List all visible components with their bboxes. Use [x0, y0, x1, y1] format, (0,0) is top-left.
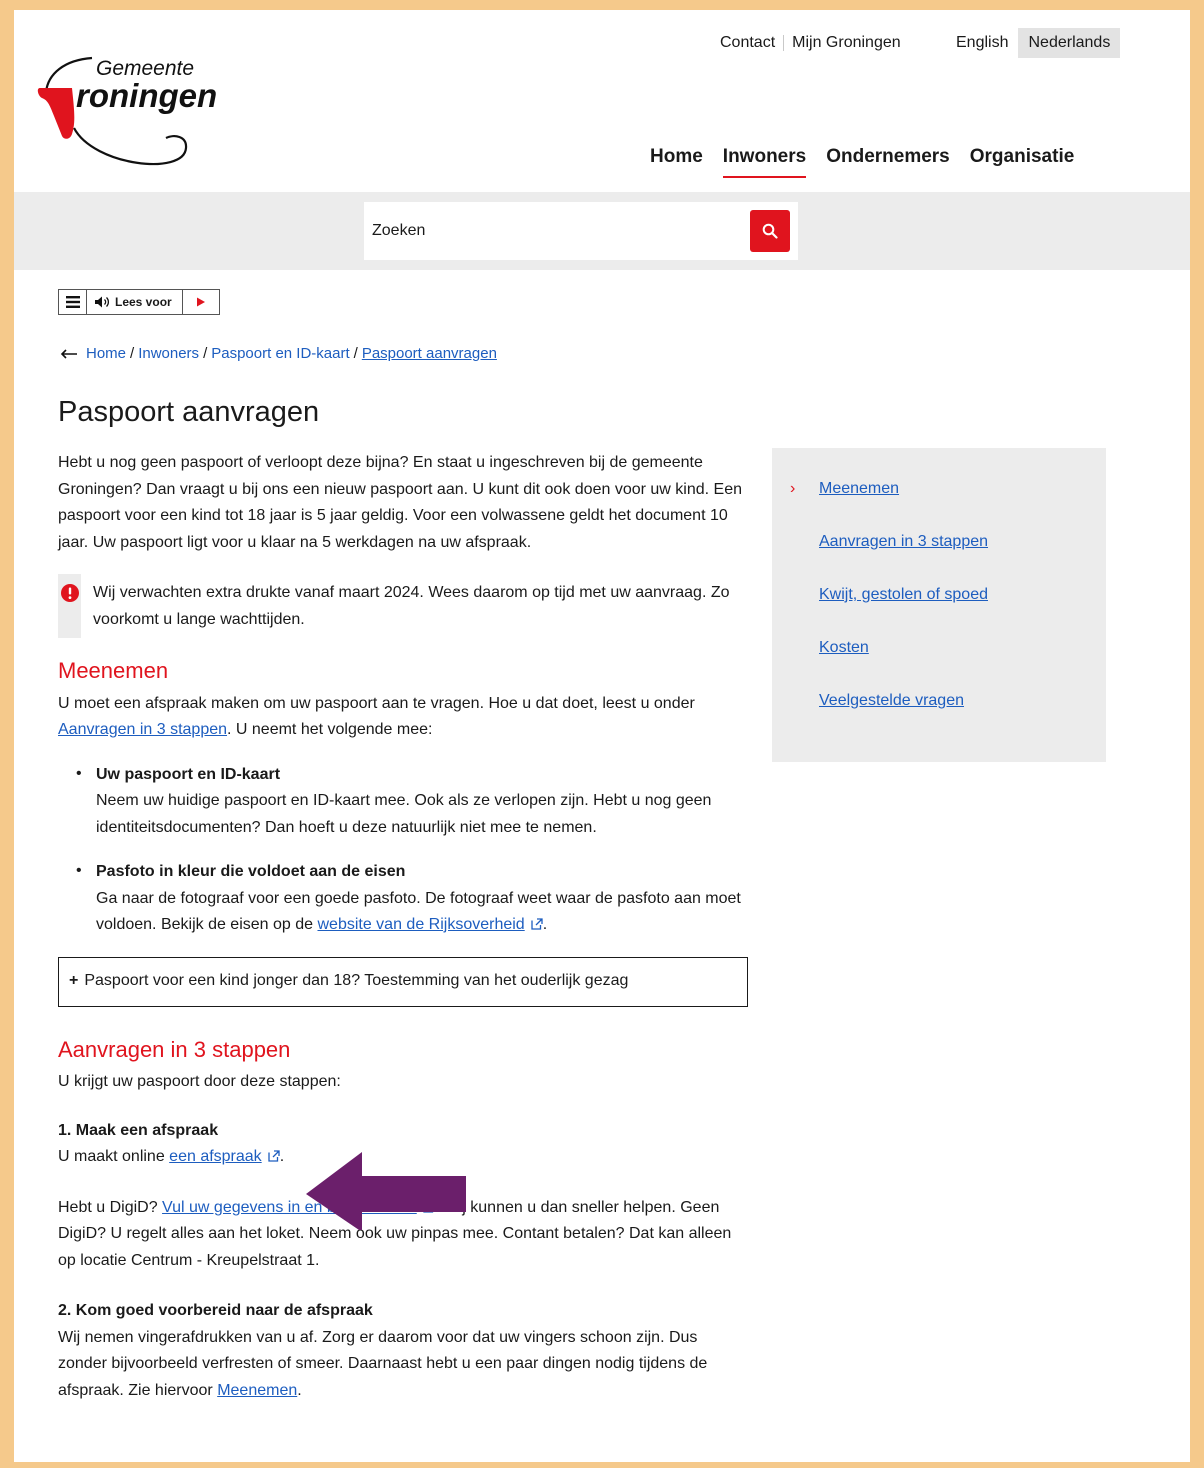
- plus-icon: +: [69, 972, 79, 990]
- language-switch: English Nederlands: [946, 28, 1121, 58]
- nav-inwoners[interactable]: Inwoners: [722, 146, 807, 178]
- sidebar-item-kosten: Kosten: [772, 639, 1106, 692]
- speaker-icon: [95, 296, 110, 308]
- gemeente-groningen-logo[interactable]: Gemeente roningen: [34, 44, 274, 174]
- sidebar-item-meenemen: › Meenemen: [772, 480, 1106, 533]
- nav-organisatie[interactable]: Organisatie: [970, 146, 1075, 178]
- search-icon: [762, 223, 778, 239]
- main-content: Hebt u nog geen paspoort of verloopt dez…: [58, 450, 748, 1422]
- back-arrow-icon[interactable]: [60, 348, 78, 359]
- readspeaker-toolbar: Lees voor: [58, 289, 220, 315]
- breadcrumb: Home / Inwoners / Paspoort en ID-kaart / Pa…: [60, 345, 497, 362]
- contact-link[interactable]: Contact: [720, 34, 775, 52]
- breadcrumb-paspoort-id[interactable]: Paspoort en ID-kaart: [211, 345, 349, 362]
- stappen-intro: U krijgt uw paspoort door deze stappen:: [58, 1073, 341, 1090]
- readspeaker-menu-button[interactable]: [59, 290, 87, 314]
- meenemen-intro: U moet een afspraak maken om uw paspoort…: [58, 694, 695, 739]
- external-link-icon: [531, 918, 543, 930]
- search-input[interactable]: [364, 202, 744, 260]
- language-nederlands[interactable]: Nederlands: [1018, 28, 1121, 58]
- breadcrumb-current[interactable]: Paspoort aanvragen: [362, 345, 497, 362]
- breadcrumb-separator: /: [203, 345, 208, 362]
- afspraak-link[interactable]: een afspraak: [169, 1148, 262, 1165]
- sidebar-item-kwijt: Kwijt, gestolen of spoed: [772, 586, 1106, 639]
- meenemen-list: Uw paspoort en ID-kaart Neem uw huidige …: [58, 761, 748, 939]
- divider: [783, 35, 785, 51]
- nav-ondernemers[interactable]: Ondernemers: [826, 146, 950, 178]
- readspeaker-label: Lees voor: [115, 295, 172, 309]
- nav-home[interactable]: Home: [650, 146, 703, 178]
- svg-text:roningen: roningen: [76, 77, 217, 114]
- external-link-icon: [268, 1150, 280, 1162]
- chevron-right-icon: ›: [790, 480, 796, 497]
- section-heading-aanvragen: Aanvragen in 3 stappen: [58, 1036, 291, 1062]
- breadcrumb-separator: /: [130, 345, 135, 362]
- utility-links: Contact Mijn Groningen: [720, 34, 901, 52]
- search-box: [364, 202, 798, 260]
- list-item: Pasfoto in kleur die voldoet aan de eise…: [76, 858, 748, 939]
- notice-bar: [58, 574, 82, 638]
- breadcrumb-separator: /: [353, 345, 358, 362]
- sidebar-item-aanvragen: Aanvragen in 3 stappen: [772, 533, 1106, 586]
- sidebar-link[interactable]: Kosten: [819, 639, 869, 656]
- breadcrumb-home[interactable]: Home: [86, 345, 126, 362]
- notice-text: Wij verwachten extra drukte vanaf maart …: [93, 584, 730, 628]
- sidebar-link[interactable]: Meenemen: [819, 480, 899, 497]
- list-item-title: Pasfoto in kleur die voldoet aan de eise…: [96, 863, 406, 880]
- search-button[interactable]: [750, 210, 790, 252]
- sidebar-item-vragen: Veelgestelde vragen: [772, 692, 1106, 745]
- page-frame: Gemeente roningen Contact Mijn Groningen…: [14, 10, 1190, 1462]
- section-heading-meenemen: Meenemen: [58, 658, 169, 683]
- rijksoverheid-link[interactable]: website van de Rijksoverheid: [317, 916, 524, 933]
- step-2-title: 2. Kom goed voorbereid naar de afspraak: [58, 1302, 373, 1319]
- mijn-groningen-link[interactable]: Mijn Groningen: [792, 34, 901, 52]
- search-bar: [14, 192, 1190, 270]
- main-navigation: Home Inwoners Ondernemers Organisatie: [640, 146, 1084, 178]
- notice-box: Wij verwachten extra drukte vanaf maart …: [58, 574, 748, 638]
- list-item: Uw paspoort en ID-kaart Neem uw huidige …: [76, 761, 748, 842]
- list-item-title: Uw paspoort en ID-kaart: [96, 765, 281, 783]
- annotation-arrow-icon: [306, 1152, 466, 1230]
- sidebar-link[interactable]: Veelgestelde vragen: [819, 692, 964, 709]
- sidebar-link[interactable]: Kwijt, gestolen of spoed: [819, 586, 988, 603]
- site-header: Gemeente roningen Contact Mijn Groningen…: [14, 10, 1190, 192]
- page-title: Paspoort aanvragen: [58, 396, 320, 428]
- accordion-label: Paspoort voor een kind jonger dan 18? To…: [84, 972, 629, 990]
- sidebar-link[interactable]: Aanvragen in 3 stappen: [819, 533, 988, 550]
- readspeaker-play-button[interactable]: [183, 290, 219, 314]
- step-1-title: 1. Maak een afspraak: [58, 1121, 219, 1139]
- meenemen-link[interactable]: Meenemen: [217, 1382, 297, 1399]
- menu-icon: [65, 296, 80, 308]
- info-alert-icon: [60, 584, 79, 602]
- breadcrumb-inwoners[interactable]: Inwoners: [138, 345, 199, 362]
- step-2: 2. Kom goed voorbereid naar de afspraak …: [58, 1298, 748, 1404]
- intro-text: Hebt u nog geen paspoort of verloopt dez…: [58, 454, 742, 551]
- language-english[interactable]: English: [946, 28, 1018, 58]
- play-icon: [196, 297, 205, 307]
- list-item-text: Neem uw huidige paspoort en ID-kaart mee…: [96, 792, 712, 836]
- accordion-kind-toestemming[interactable]: + Paspoort voor een kind jonger dan 18? …: [58, 956, 748, 1007]
- readspeaker-listen-button[interactable]: Lees voor: [87, 290, 183, 314]
- aanvragen-link[interactable]: Aanvragen in 3 stappen: [58, 721, 227, 738]
- page-sidebar-nav: › Meenemen Aanvragen in 3 stappen Kwijt, …: [772, 448, 1106, 762]
